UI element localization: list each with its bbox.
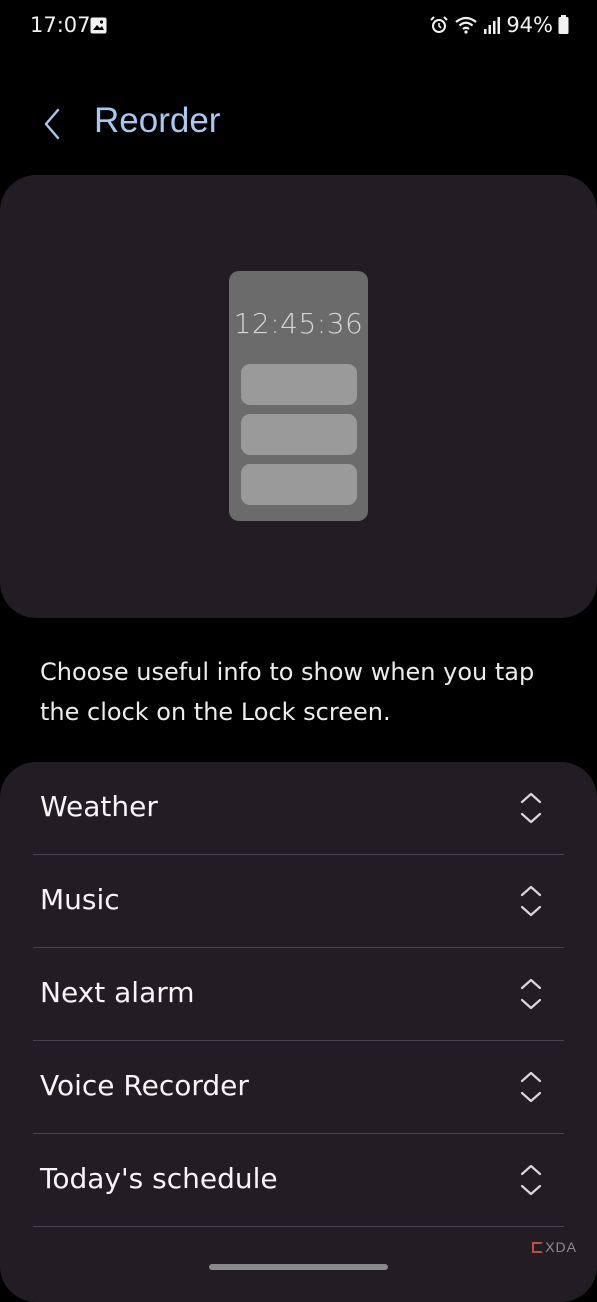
preview-clock: 12:45:36 [233, 307, 364, 340]
preview-widget [241, 364, 357, 405]
navigation-handle[interactable] [209, 1264, 388, 1270]
preview-widget [241, 414, 357, 455]
reorder-handle-icon[interactable] [519, 885, 543, 917]
status-icons: 94% [429, 12, 569, 38]
list-item-label: Music [40, 883, 120, 916]
xda-watermark: XDA [532, 1239, 577, 1255]
status-time: 17:07 [30, 13, 91, 37]
preview-widget [241, 464, 357, 505]
list-item-label: Voice Recorder [40, 1069, 249, 1102]
wifi-icon [455, 16, 477, 34]
divider [33, 1226, 564, 1227]
xda-logo-icon [532, 1241, 544, 1253]
phone-preview: 12:45:36 [229, 271, 368, 521]
header: Reorder [0, 96, 597, 152]
list-item-label: Weather [40, 790, 158, 823]
description-text: Choose useful info to show when you tap … [40, 658, 535, 726]
signal-icon [484, 17, 501, 34]
status-bar: 17:07 94% [0, 0, 597, 52]
battery-percentage: 94% [506, 13, 553, 37]
reorder-handle-icon[interactable] [519, 1071, 543, 1103]
gallery-icon [90, 17, 107, 34]
list-item-label: Next alarm [40, 976, 195, 1009]
list-item-next-alarm[interactable]: Next alarm [0, 948, 597, 1041]
reorder-handle-icon[interactable] [519, 978, 543, 1010]
page-title: Reorder [94, 101, 221, 140]
preview-card: 12:45:36 [0, 175, 597, 618]
chevron-left-icon [44, 108, 60, 140]
list-item-todays-schedule[interactable]: Today's schedule [0, 1134, 597, 1227]
list-item-label: Today's schedule [40, 1162, 278, 1195]
watermark-text: XDA [545, 1239, 577, 1255]
reorder-handle-icon[interactable] [519, 1164, 543, 1196]
back-button[interactable] [30, 100, 74, 148]
reorder-list: Weather Music Next alarm Voice Recorder … [0, 762, 597, 1302]
alarm-icon [430, 16, 449, 33]
battery-icon [558, 15, 569, 34]
list-item-music[interactable]: Music [0, 855, 597, 948]
list-item-weather[interactable]: Weather [0, 762, 597, 855]
list-item-voice-recorder[interactable]: Voice Recorder [0, 1041, 597, 1134]
reorder-handle-icon[interactable] [519, 792, 543, 824]
